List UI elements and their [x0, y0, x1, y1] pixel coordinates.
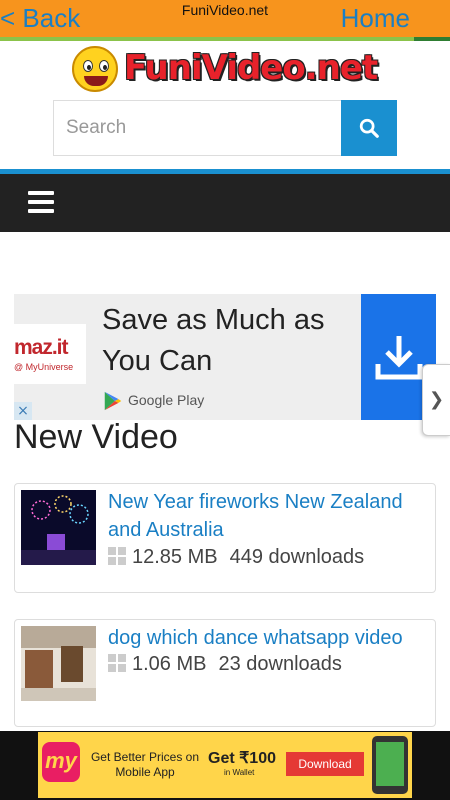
side-drawer-tab[interactable]: ❯ [422, 364, 450, 436]
home-link[interactable]: Home [341, 3, 410, 34]
logo-text: FuniVideo.net [124, 48, 378, 88]
ad-brand-subtext: @ MyUniverse [14, 362, 74, 372]
ad-tagline: Get Better Prices on Mobile App [90, 750, 200, 779]
ad-brand-text: maz.it [14, 336, 69, 359]
ad-headline: Save as Much as You Can [102, 304, 325, 377]
video-title[interactable]: New Year fireworks New Zealand and Austr… [108, 488, 434, 544]
google-play-icon [104, 391, 122, 411]
video-meta: 1.06 MB 23 downloads [108, 653, 342, 676]
video-card[interactable]: dog which dance whatsapp video 1.06 MB 23… [14, 619, 436, 727]
bottom-ad-content[interactable]: my Get Better Prices on Mobile App Get ₹… [38, 732, 412, 798]
hamburger-menu-icon[interactable] [28, 191, 54, 213]
video-card[interactable]: New Year fireworks New Zealand and Austr… [14, 483, 436, 593]
ad-offer-sub: in Wallet [224, 768, 255, 777]
ad-download-button[interactable]: Download [286, 752, 364, 776]
google-play-label: Google Play [128, 392, 205, 408]
video-downloads: 449 downloads [229, 546, 365, 568]
download-icon [375, 336, 422, 380]
ad-app-logo: my [42, 742, 80, 782]
search-bar [53, 100, 397, 156]
progress-fill [0, 37, 414, 41]
video-size: 1.06 MB [132, 653, 207, 675]
top-bar: < Back FuniVideo.net Home [0, 0, 450, 38]
search-input[interactable] [53, 100, 341, 156]
search-icon [359, 118, 379, 138]
windows-icon [108, 654, 126, 672]
site-logo[interactable]: FuniVideo.net [72, 46, 382, 92]
ad-banner[interactable]: maz.it @ MyUniverse Save as Much as You … [14, 294, 436, 420]
video-thumbnail[interactable] [21, 490, 96, 565]
search-button[interactable] [341, 100, 397, 156]
ad-brand-logo: maz.it @ MyUniverse [14, 324, 86, 384]
video-size: 12.85 MB [132, 546, 218, 568]
smiley-face-icon [72, 46, 118, 92]
page-load-progress [0, 37, 450, 41]
section-title: New Video [14, 418, 178, 456]
bottom-ad-banner[interactable]: my Get Better Prices on Mobile App Get ₹… [0, 731, 450, 800]
video-downloads: 23 downloads [218, 653, 342, 675]
video-title[interactable]: dog which dance whatsapp video [108, 624, 434, 652]
phone-image [372, 736, 408, 794]
video-thumbnail[interactable] [21, 626, 96, 701]
video-meta: 12.85 MB 449 downloads [108, 546, 364, 569]
ad-offer: Get ₹100 [208, 750, 276, 767]
windows-icon [108, 547, 126, 565]
nav-bar [0, 174, 450, 232]
